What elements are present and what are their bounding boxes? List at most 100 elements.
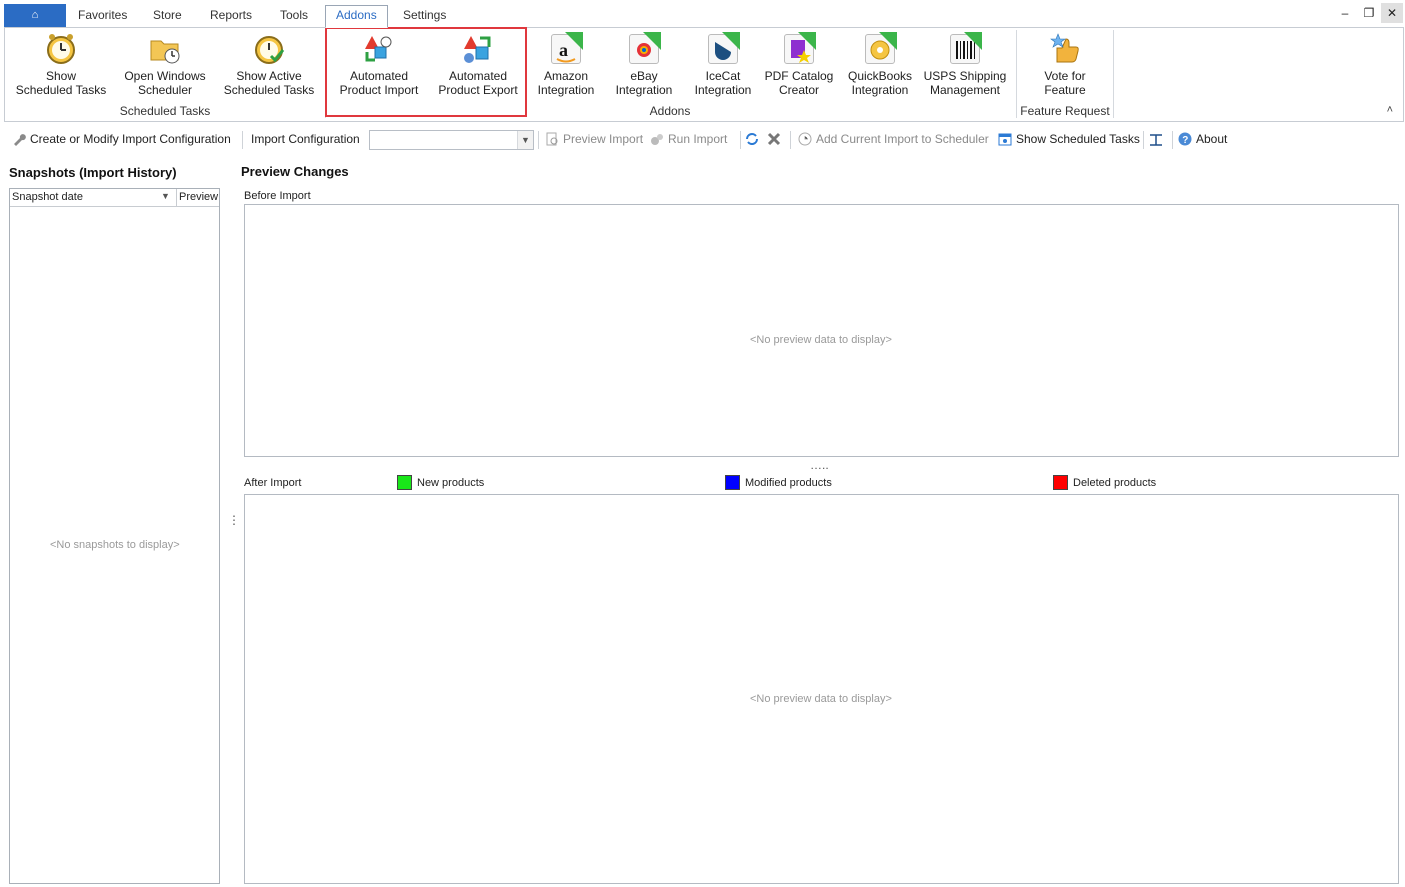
toolbar-separator — [1172, 131, 1173, 149]
quickbooks-integration-button[interactable]: QuickBooks Integration — [843, 32, 917, 104]
chevron-down-icon[interactable]: ▼ — [517, 131, 533, 149]
after-empty-text: <No preview data to display> — [750, 693, 892, 705]
close-icon — [767, 132, 781, 146]
button-label-line2: Integration — [615, 83, 673, 97]
legend-new-swatch — [397, 475, 412, 490]
snapshots-grid-header: Snapshot date ▼ Preview — [10, 189, 219, 207]
thumbs-up-star-icon — [1048, 32, 1082, 66]
button-label-line1: Automated — [448, 69, 508, 83]
icecat-integration-button[interactable]: IceCat Integration — [687, 32, 759, 104]
button-label-line2: Integration — [694, 83, 752, 97]
add-to-scheduler-button[interactable]: Add Current Import to Scheduler — [798, 132, 989, 146]
show-active-scheduled-tasks-button[interactable]: Show Active Scheduled Tasks — [219, 32, 319, 104]
usps-shipping-management-button[interactable]: USPS Shipping Management — [921, 32, 1009, 104]
help-icon: ? — [1178, 132, 1192, 146]
delete-button[interactable] — [767, 132, 785, 146]
ebay-icon — [627, 32, 661, 66]
group-label-addons: Addons — [649, 104, 691, 118]
button-label-line1: USPS Shipping — [923, 69, 1007, 83]
button-label-line1: QuickBooks — [847, 69, 913, 83]
sort-down-icon[interactable]: ▼ — [161, 191, 170, 201]
calendar-icon — [998, 132, 1012, 146]
svg-text:a: a — [559, 40, 568, 60]
wrench-icon — [12, 132, 26, 146]
preview-import-button[interactable]: Preview Import — [545, 132, 643, 146]
import-shapes-icon — [362, 32, 396, 66]
barcode-icon — [948, 32, 982, 66]
restore-button[interactable]: ❐ — [1358, 3, 1380, 23]
before-import-label: Before Import — [244, 190, 311, 202]
button-label-line1: Vote for — [1044, 69, 1086, 83]
horizontal-splitter-grip[interactable]: ….. — [810, 458, 829, 472]
add-schedule-icon — [798, 132, 812, 146]
split-layout-icon — [1149, 132, 1163, 146]
snapshots-grid[interactable]: Snapshot date ▼ Preview <No snapshots to… — [9, 188, 220, 884]
about-button[interactable]: ? About — [1178, 132, 1227, 146]
before-empty-text: <No preview data to display> — [750, 334, 892, 346]
button-label-line1: Amazon — [543, 69, 589, 83]
collapse-ribbon-button[interactable]: ˄ — [1387, 104, 1393, 116]
after-import-grid[interactable]: <No preview data to display> — [244, 494, 1399, 884]
tab-store[interactable]: Store — [143, 6, 192, 27]
column-preview[interactable]: Preview — [176, 189, 218, 206]
tab-reports[interactable]: Reports — [200, 6, 262, 27]
minimize-button[interactable]: – — [1334, 3, 1356, 23]
group-separator — [1113, 30, 1114, 118]
import-config-dropdown[interactable]: ▼ — [369, 130, 534, 150]
export-shapes-icon — [461, 32, 495, 66]
snapshots-empty-text: <No snapshots to display> — [50, 539, 180, 551]
legend-modified-swatch — [725, 475, 740, 490]
add-to-scheduler-label: Add Current Import to Scheduler — [816, 132, 989, 146]
automated-product-import-button[interactable]: Automated Product Import — [333, 32, 425, 104]
before-import-grid[interactable]: <No preview data to display> — [244, 204, 1399, 457]
layout-button[interactable] — [1149, 132, 1167, 146]
app-menu-button[interactable]: ⌂ — [4, 4, 66, 27]
column-snapshot-date[interactable]: Snapshot date — [12, 191, 83, 203]
vote-for-feature-button[interactable]: Vote for Feature — [1023, 32, 1107, 104]
show-scheduled-tasks-toolbar-button[interactable]: Show Scheduled Tasks — [998, 132, 1140, 146]
legend-modified-label: Modified products — [745, 477, 832, 489]
tab-addons[interactable]: Addons — [325, 5, 388, 28]
button-label-line2: Integration — [537, 83, 595, 97]
button-label-line1: Show Active — [236, 69, 302, 83]
after-import-label: After Import — [244, 477, 302, 489]
run-import-button[interactable]: Run Import — [650, 132, 727, 146]
show-scheduled-tasks-label: Show Scheduled Tasks — [1016, 132, 1140, 146]
button-label-line1: Open Windows — [124, 69, 206, 83]
legend-deleted-swatch — [1053, 475, 1068, 490]
import-config-label: Import Configuration — [251, 132, 360, 146]
button-label-line1: Show — [45, 69, 77, 83]
refresh-button[interactable] — [745, 132, 763, 146]
create-modify-import-config-button[interactable]: Create or Modify Import Configuration — [12, 132, 231, 146]
pdf-catalog-creator-button[interactable]: PDF Catalog Creator — [763, 32, 835, 104]
tab-favorites[interactable]: Favorites — [68, 6, 137, 27]
close-button[interactable]: ✕ — [1381, 3, 1403, 23]
button-label-line2: Scheduled Tasks — [15, 83, 107, 97]
refresh-icon — [745, 132, 759, 146]
tab-tools[interactable]: Tools — [270, 6, 318, 27]
run-import-icon — [650, 132, 664, 146]
toolbar-separator — [790, 131, 791, 149]
ribbon-tabbar: ⌂ Favorites Store Reports Tools Addons S… — [0, 0, 1405, 28]
button-label-line2: Creator — [778, 83, 819, 97]
clock-check-icon — [252, 32, 286, 66]
toolbar-separator — [740, 131, 741, 149]
automated-product-export-button[interactable]: Automated Product Export — [431, 32, 525, 104]
preview-import-label: Preview Import — [563, 132, 644, 146]
button-label-line2: Product Import — [339, 83, 419, 97]
pdf-catalog-icon — [782, 32, 816, 66]
amazon-integration-button[interactable]: a Amazon Integration — [531, 32, 601, 104]
button-label-line1: PDF Catalog — [764, 69, 834, 83]
ebay-integration-button[interactable]: eBay Integration — [609, 32, 679, 104]
tab-settings[interactable]: Settings — [393, 6, 456, 27]
ribbon-panel: Show Scheduled Tasks Open Windows Schedu… — [4, 27, 1404, 122]
button-label-line2: Scheduler — [137, 83, 193, 97]
snapshots-title: Snapshots (Import History) — [9, 165, 177, 180]
show-scheduled-tasks-button[interactable]: Show Scheduled Tasks — [11, 32, 111, 104]
svg-text:?: ? — [1182, 135, 1188, 146]
group-separator — [325, 30, 326, 118]
quickbooks-icon — [863, 32, 897, 66]
amazon-icon: a — [549, 32, 583, 66]
vertical-splitter-grip[interactable]: ⋮ — [228, 513, 240, 527]
open-windows-scheduler-button[interactable]: Open Windows Scheduler — [117, 32, 213, 104]
